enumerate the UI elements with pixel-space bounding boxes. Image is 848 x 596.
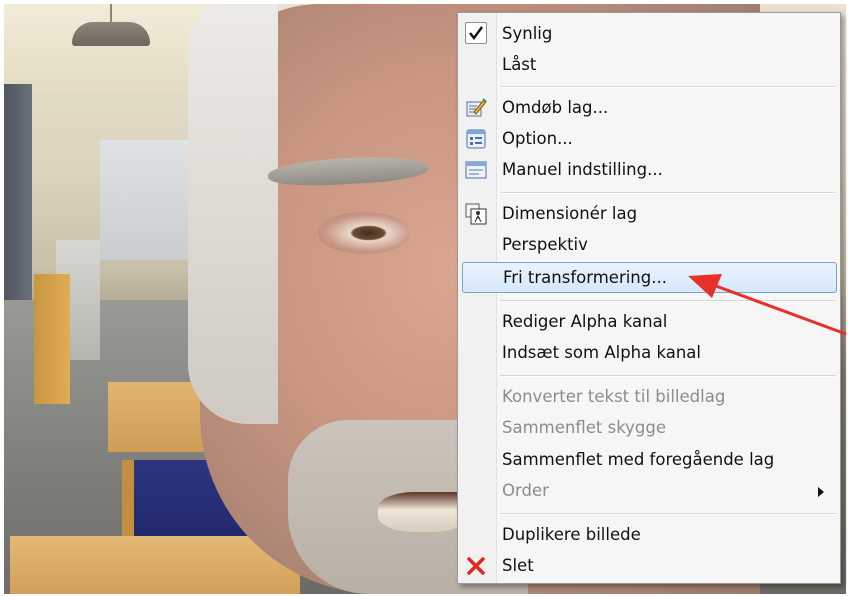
menu-item-label: Order — [502, 481, 549, 500]
menu-item-laast[interactable]: Låst — [460, 50, 836, 80]
menu-item-label: Fri transformering... — [503, 268, 667, 287]
menu-separator — [500, 513, 836, 515]
menu-item-label: Slet — [502, 556, 534, 575]
menu-item-label: Duplikere billede — [502, 525, 641, 544]
checkmark-icon — [465, 22, 487, 44]
menu-item-duplikere-billede[interactable]: Duplikere billede — [460, 520, 836, 550]
menu-item-label: Option... — [502, 129, 573, 148]
menu-item-synlig[interactable]: Synlig — [460, 19, 836, 49]
menu-item-sammenflet-med-foregaaende-lag[interactable]: Sammenflet med foregående lag — [460, 445, 836, 475]
submenu-arrow-icon — [818, 487, 824, 497]
menu-item-perspektiv[interactable]: Perspektiv — [460, 230, 836, 260]
menu-separator — [500, 375, 836, 377]
lamp-cord — [110, 4, 112, 24]
menu-separator — [500, 300, 836, 302]
menu-item-label: Manuel indstilling... — [502, 160, 663, 179]
menu-item-label: Sammenflet med foregående lag — [502, 450, 775, 469]
menu-item-label: Dimensionér lag — [502, 204, 638, 223]
menu-item-order[interactable]: Order — [460, 476, 836, 506]
menu-item-label: Rediger Alpha kanal — [502, 312, 668, 331]
corridor-end — [100, 140, 190, 260]
delete-x-icon — [465, 555, 487, 577]
menu-item-sammenflet-skygge: Sammenflet skygge — [460, 413, 836, 443]
menu-separator — [500, 86, 836, 88]
menu-item-option[interactable]: Option... — [460, 124, 836, 154]
menu-item-label: Synlig — [502, 24, 553, 43]
menu-item-slet[interactable]: Slet — [460, 551, 836, 581]
menu-item-label: Perspektiv — [502, 235, 588, 254]
manual-settings-icon — [465, 159, 487, 181]
rename-layer-icon — [465, 97, 487, 119]
mouth — [378, 492, 468, 532]
ceiling-lamp — [72, 22, 150, 46]
resize-layer-icon — [465, 203, 487, 225]
options-dialog-icon — [465, 128, 487, 150]
menu-item-label: Låst — [502, 55, 537, 74]
menu-separator — [500, 192, 836, 194]
menu-item-fri-transformering[interactable]: Fri transformering... — [462, 262, 837, 293]
wooden-shelf — [34, 274, 70, 404]
layer-context-menu: Synlig Låst Omdøb lag... Option... Manue… — [457, 12, 841, 584]
menu-item-rediger-alpha-kanal[interactable]: Rediger Alpha kanal — [460, 307, 836, 337]
hair — [188, 4, 278, 424]
menu-item-label: Omdøb lag... — [502, 98, 609, 117]
menu-item-konverter-tekst: Konverter tekst til billedlag — [460, 382, 836, 412]
menu-item-omdoeb-lag[interactable]: Omdøb lag... — [460, 93, 836, 123]
menu-item-label: Sammenflet skygge — [502, 418, 667, 437]
menu-item-label: Indsæt som Alpha kanal — [502, 343, 702, 362]
menu-item-indsaet-som-alpha-kanal[interactable]: Indsæt som Alpha kanal — [460, 338, 836, 368]
menu-item-dimensioner-lag[interactable]: Dimensionér lag — [460, 199, 836, 229]
menu-item-label: Konverter tekst til billedlag — [502, 387, 726, 406]
eye — [318, 212, 410, 254]
menu-item-manuel-indstilling[interactable]: Manuel indstilling... — [460, 155, 836, 185]
